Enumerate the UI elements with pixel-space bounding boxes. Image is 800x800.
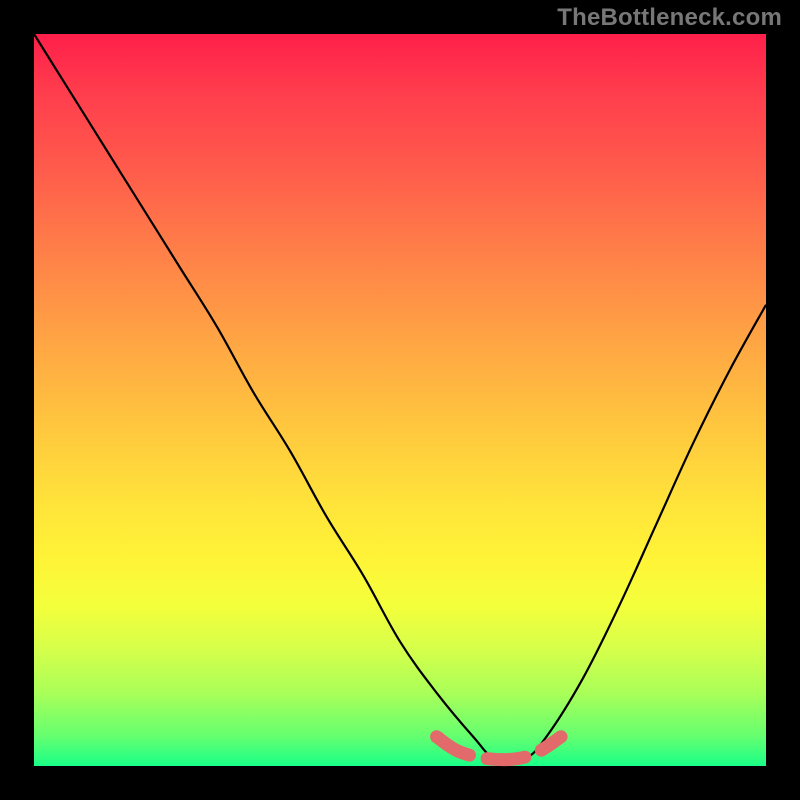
plot-area (34, 34, 766, 766)
highlight-dashes (437, 737, 561, 760)
chart-frame: TheBottleneck.com (0, 0, 800, 800)
curve-svg (34, 34, 766, 766)
watermark-text: TheBottleneck.com (557, 4, 782, 32)
bottleneck-curve (34, 34, 766, 762)
